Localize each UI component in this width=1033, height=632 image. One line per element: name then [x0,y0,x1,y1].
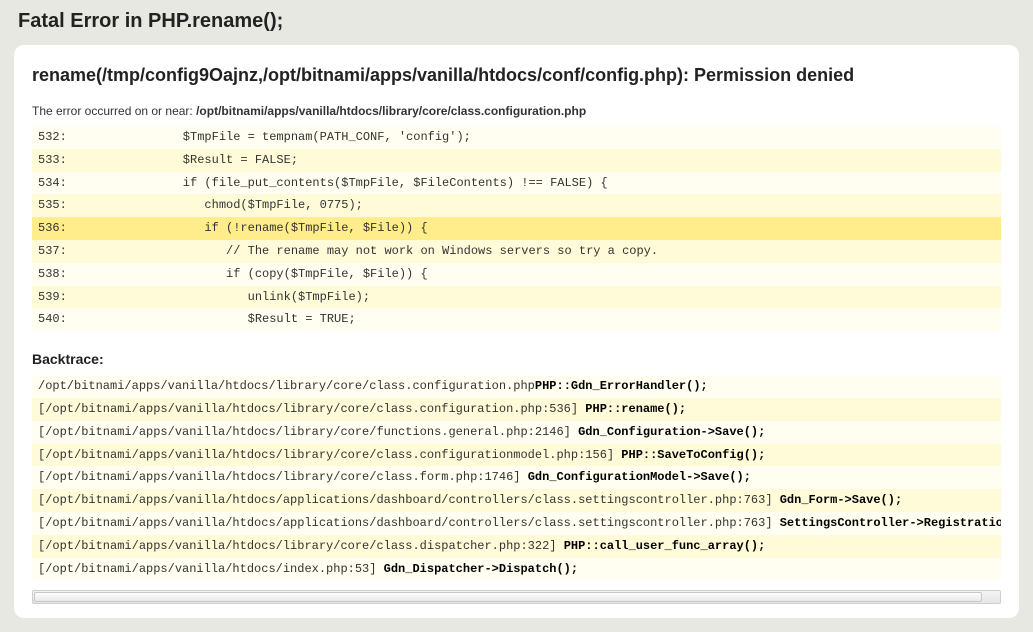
backtrace-row: /opt/bitnami/apps/vanilla/htdocs/library… [32,375,1001,398]
backtrace-call: PHP::rename(); [585,402,686,416]
code-line: 535: chmod($TmpFile, 0775); [32,194,1001,217]
backtrace-call: Gdn_Configuration->Save(); [578,425,765,439]
backtrace-row: [/opt/bitnami/apps/vanilla/htdocs/applic… [32,512,1001,535]
line-number: 534: [38,172,118,195]
error-location: The error occurred on or near: /opt/bitn… [32,104,1001,118]
backtrace-location: [/opt/bitnami/apps/vanilla/htdocs/applic… [38,493,780,507]
backtrace-list: /opt/bitnami/apps/vanilla/htdocs/library… [32,375,1001,580]
line-code: if (copy($TmpFile, $File)) { [118,263,428,286]
occurred-label: The error occurred on or near: [32,104,196,118]
code-snippet: 532: $TmpFile = tempnam(PATH_CONF, 'conf… [32,126,1001,331]
line-code: if (!rename($TmpFile, $File)) { [118,217,428,240]
line-code: // The rename may not work on Windows se… [118,240,658,263]
backtrace-call: PHP::call_user_func_array(); [564,539,766,553]
backtrace-location: [/opt/bitnami/apps/vanilla/htdocs/librar… [38,448,621,462]
line-number: 539: [38,286,118,309]
line-number: 532: [38,126,118,149]
backtrace-row: [/opt/bitnami/apps/vanilla/htdocs/librar… [32,535,1001,558]
backtrace-location: [/opt/bitnami/apps/vanilla/htdocs/librar… [38,402,585,416]
backtrace-location: [/opt/bitnami/apps/vanilla/htdocs/librar… [38,470,528,484]
backtrace-location: [/opt/bitnami/apps/vanilla/htdocs/librar… [38,539,564,553]
code-line: 534: if (file_put_contents($TmpFile, $Fi… [32,172,1001,195]
backtrace-call: Gdn_Form->Save(); [780,493,902,507]
backtrace-call: PHP::SaveToConfig(); [621,448,765,462]
backtrace-row: [/opt/bitnami/apps/vanilla/htdocs/librar… [32,398,1001,421]
error-message: rename(/tmp/config9Oajnz,/opt/bitnami/ap… [32,65,1001,86]
backtrace-call: SettingsController->Registratio [780,516,1001,530]
backtrace-row: [/opt/bitnami/apps/vanilla/htdocs/librar… [32,466,1001,489]
line-code: if (file_put_contents($TmpFile, $FileCon… [118,172,608,195]
backtrace-location: [/opt/bitnami/apps/vanilla/htdocs/librar… [38,425,578,439]
code-line: 539: unlink($TmpFile); [32,286,1001,309]
backtrace-row: [/opt/bitnami/apps/vanilla/htdocs/applic… [32,489,1001,512]
line-number: 540: [38,308,118,331]
page-title: Fatal Error in PHP.rename(); [0,0,1033,45]
code-line: 533: $Result = FALSE; [32,149,1001,172]
code-line: 540: $Result = TRUE; [32,308,1001,331]
line-number: 533: [38,149,118,172]
code-line: 532: $TmpFile = tempnam(PATH_CONF, 'conf… [32,126,1001,149]
line-number: 538: [38,263,118,286]
line-code: $Result = FALSE; [118,149,298,172]
backtrace-call: Gdn_ConfigurationModel->Save(); [528,470,751,484]
line-code: $Result = TRUE; [118,308,356,331]
scrollbar-thumb[interactable] [34,592,982,602]
line-code: $TmpFile = tempnam(PATH_CONF, 'config'); [118,126,471,149]
code-line: 538: if (copy($TmpFile, $File)) { [32,263,1001,286]
backtrace-heading: Backtrace: [32,351,1001,367]
backtrace-call: PHP::Gdn_ErrorHandler(); [535,379,708,393]
line-number: 536: [38,217,118,240]
occurred-path: /opt/bitnami/apps/vanilla/htdocs/library… [196,104,586,118]
backtrace-location: /opt/bitnami/apps/vanilla/htdocs/library… [38,379,535,393]
code-line: 536: if (!rename($TmpFile, $File)) { [32,217,1001,240]
line-code: unlink($TmpFile); [118,286,370,309]
horizontal-scrollbar[interactable] [32,590,1001,604]
line-number: 535: [38,194,118,217]
code-line: 537: // The rename may not work on Windo… [32,240,1001,263]
backtrace-row: [/opt/bitnami/apps/vanilla/htdocs/librar… [32,421,1001,444]
line-code: chmod($TmpFile, 0775); [118,194,363,217]
error-panel: rename(/tmp/config9Oajnz,/opt/bitnami/ap… [14,45,1019,618]
backtrace-row: [/opt/bitnami/apps/vanilla/htdocs/librar… [32,444,1001,467]
line-number: 537: [38,240,118,263]
backtrace-location: [/opt/bitnami/apps/vanilla/htdocs/applic… [38,516,780,530]
